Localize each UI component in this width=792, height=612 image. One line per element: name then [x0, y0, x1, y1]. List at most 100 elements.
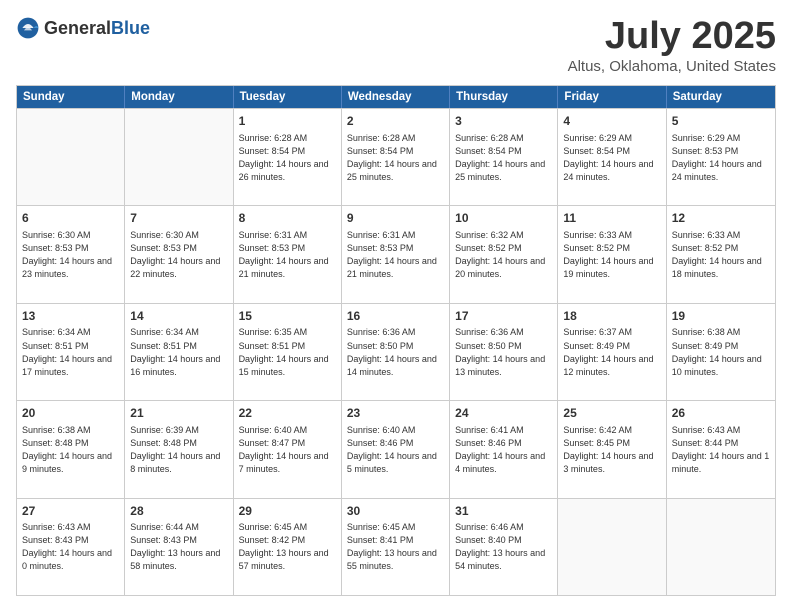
cell-text: Sunrise: 6:34 AMSunset: 8:51 PMDaylight:… [130, 326, 227, 378]
header-sunday: Sunday [17, 86, 125, 108]
cal-cell-r0-c4: 3 Sunrise: 6:28 AMSunset: 8:54 PMDaylight… [450, 109, 558, 205]
day-number: 2 [347, 113, 444, 130]
day-number: 9 [347, 210, 444, 227]
header-saturday: Saturday [667, 86, 775, 108]
cal-row-0: 1Sunrise: 6:28 AMSunset: 8:54 PMDaylight… [17, 108, 775, 205]
cell-text: Sunrise: 6:45 AMSunset: 8:42 PMDaylight:… [239, 521, 336, 573]
cal-cell-r3-c4: 24 Sunrise: 6:41 AMSunset: 8:46 PMDayligh… [450, 401, 558, 497]
cal-cell-r0-c3: 2 Sunrise: 6:28 AMSunset: 8:54 PMDaylight… [342, 109, 450, 205]
day-number: 7 [130, 210, 227, 227]
day-number: 29 [239, 503, 336, 520]
cell-text: Sunrise: 6:35 AMSunset: 8:51 PMDaylight:… [239, 326, 336, 378]
day-number: 15 [239, 308, 336, 325]
cell-text: Sunrise: 6:38 AMSunset: 8:49 PMDaylight:… [672, 326, 770, 378]
day-number: 17 [455, 308, 552, 325]
cal-cell-r4-c0: 27Sunrise: 6:43 AMSunset: 8:43 PMDayligh… [17, 499, 125, 595]
day-number: 30 [347, 503, 444, 520]
cell-text: Sunrise: 6:28 AMSunset: 8:54 PMDaylight:… [347, 132, 444, 184]
month-title: July 2025 [568, 16, 776, 58]
day-number: 16 [347, 308, 444, 325]
cell-text: Sunrise: 6:40 AMSunset: 8:46 PMDaylight:… [347, 424, 444, 476]
header-thursday: Thursday [450, 86, 558, 108]
day-number: 18 [563, 308, 660, 325]
cell-text: Sunrise: 6:29 AMSunset: 8:53 PMDaylight:… [672, 132, 770, 184]
cell-text: Sunrise: 6:30 AMSunset: 8:53 PMDaylight:… [22, 229, 119, 281]
page: GeneralBlue July 2025 Altus, Oklahoma, U… [0, 0, 792, 612]
day-number: 8 [239, 210, 336, 227]
calendar-body: 1Sunrise: 6:28 AMSunset: 8:54 PMDaylight… [17, 108, 775, 595]
day-number: 3 [455, 113, 552, 130]
cal-cell-r4-c2: 29Sunrise: 6:45 AMSunset: 8:42 PMDayligh… [234, 499, 342, 595]
cal-cell-r3-c6: 26Sunrise: 6:43 AMSunset: 8:44 PMDayligh… [667, 401, 775, 497]
cal-cell-r2-c4: 17Sunrise: 6:36 AMSunset: 8:50 PMDayligh… [450, 304, 558, 400]
day-number: 22 [239, 405, 336, 422]
cal-cell-r3-c1: 21Sunrise: 6:39 AMSunset: 8:48 PMDayligh… [125, 401, 233, 497]
day-number: 12 [672, 210, 770, 227]
cal-cell-r1-c5: 11 Sunrise: 6:33 AMSunset: 8:52 PMDayligh… [558, 206, 666, 302]
day-number: 11 [563, 210, 660, 227]
cal-cell-r4-c6 [667, 499, 775, 595]
cell-text: Sunrise: 6:43 AMSunset: 8:43 PMDaylight:… [22, 521, 119, 573]
logo-icon [16, 16, 40, 40]
logo-general: General [44, 18, 111, 38]
cell-text: Sunrise: 6:45 AMSunset: 8:41 PMDaylight:… [347, 521, 444, 573]
cell-text: Sunrise: 6:29 AMSunset: 8:54 PMDaylight:… [563, 132, 660, 184]
cell-text: Sunrise: 6:36 AMSunset: 8:50 PMDaylight:… [455, 326, 552, 378]
cell-text: Sunrise: 6:31 AMSunset: 8:53 PMDaylight:… [347, 229, 444, 281]
day-number: 5 [672, 113, 770, 130]
cal-cell-r2-c3: 16Sunrise: 6:36 AMSunset: 8:50 PMDayligh… [342, 304, 450, 400]
calendar: Sunday Monday Tuesday Wednesday Thursday… [16, 85, 776, 596]
cal-row-3: 20Sunrise: 6:38 AMSunset: 8:48 PMDayligh… [17, 400, 775, 497]
day-number: 6 [22, 210, 119, 227]
cell-text: Sunrise: 6:28 AMSunset: 8:54 PMDaylight:… [455, 132, 552, 184]
logo: GeneralBlue [16, 16, 150, 40]
day-number: 26 [672, 405, 770, 422]
cell-text: Sunrise: 6:44 AMSunset: 8:43 PMDaylight:… [130, 521, 227, 573]
day-number: 13 [22, 308, 119, 325]
cal-cell-r1-c0: 6 Sunrise: 6:30 AMSunset: 8:53 PMDaylight… [17, 206, 125, 302]
location: Altus, Oklahoma, United States [568, 58, 776, 75]
cell-text: Sunrise: 6:40 AMSunset: 8:47 PMDaylight:… [239, 424, 336, 476]
day-number: 31 [455, 503, 552, 520]
cal-cell-r4-c3: 30Sunrise: 6:45 AMSunset: 8:41 PMDayligh… [342, 499, 450, 595]
day-number: 28 [130, 503, 227, 520]
day-number: 4 [563, 113, 660, 130]
day-number: 10 [455, 210, 552, 227]
cell-text: Sunrise: 6:37 AMSunset: 8:49 PMDaylight:… [563, 326, 660, 378]
day-number: 25 [563, 405, 660, 422]
cal-cell-r0-c6: 5 Sunrise: 6:29 AMSunset: 8:53 PMDaylight… [667, 109, 775, 205]
cal-cell-r1-c4: 10 Sunrise: 6:32 AMSunset: 8:52 PMDayligh… [450, 206, 558, 302]
cal-row-4: 27Sunrise: 6:43 AMSunset: 8:43 PMDayligh… [17, 498, 775, 595]
day-number: 19 [672, 308, 770, 325]
cal-row-1: 6 Sunrise: 6:30 AMSunset: 8:53 PMDaylight… [17, 205, 775, 302]
header-tuesday: Tuesday [234, 86, 342, 108]
cell-text: Sunrise: 6:42 AMSunset: 8:45 PMDaylight:… [563, 424, 660, 476]
cal-row-2: 13Sunrise: 6:34 AMSunset: 8:51 PMDayligh… [17, 303, 775, 400]
cell-text: Sunrise: 6:31 AMSunset: 8:53 PMDaylight:… [239, 229, 336, 281]
cal-cell-r0-c0 [17, 109, 125, 205]
day-number: 21 [130, 405, 227, 422]
cell-text: Sunrise: 6:32 AMSunset: 8:52 PMDaylight:… [455, 229, 552, 281]
header-wednesday: Wednesday [342, 86, 450, 108]
header-friday: Friday [558, 86, 666, 108]
day-number: 14 [130, 308, 227, 325]
day-number: 24 [455, 405, 552, 422]
cal-cell-r2-c6: 19Sunrise: 6:38 AMSunset: 8:49 PMDayligh… [667, 304, 775, 400]
cell-text: Sunrise: 6:30 AMSunset: 8:53 PMDaylight:… [130, 229, 227, 281]
cal-cell-r4-c5 [558, 499, 666, 595]
cell-text: Sunrise: 6:33 AMSunset: 8:52 PMDaylight:… [563, 229, 660, 281]
cell-text: Sunrise: 6:28 AMSunset: 8:54 PMDaylight:… [239, 132, 336, 184]
header-monday: Monday [125, 86, 233, 108]
cell-text: Sunrise: 6:36 AMSunset: 8:50 PMDaylight:… [347, 326, 444, 378]
cal-cell-r2-c1: 14Sunrise: 6:34 AMSunset: 8:51 PMDayligh… [125, 304, 233, 400]
cal-cell-r1-c2: 8 Sunrise: 6:31 AMSunset: 8:53 PMDaylight… [234, 206, 342, 302]
cell-text: Sunrise: 6:41 AMSunset: 8:46 PMDaylight:… [455, 424, 552, 476]
cal-cell-r3-c2: 22 Sunrise: 6:40 AMSunset: 8:47 PMDayligh… [234, 401, 342, 497]
calendar-header: Sunday Monday Tuesday Wednesday Thursday… [17, 86, 775, 108]
day-number: 23 [347, 405, 444, 422]
cal-cell-r2-c0: 13Sunrise: 6:34 AMSunset: 8:51 PMDayligh… [17, 304, 125, 400]
cell-text: Sunrise: 6:34 AMSunset: 8:51 PMDaylight:… [22, 326, 119, 378]
cal-cell-r1-c3: 9 Sunrise: 6:31 AMSunset: 8:53 PMDaylight… [342, 206, 450, 302]
cal-cell-r4-c4: 31Sunrise: 6:46 AMSunset: 8:40 PMDayligh… [450, 499, 558, 595]
cal-cell-r4-c1: 28Sunrise: 6:44 AMSunset: 8:43 PMDayligh… [125, 499, 233, 595]
